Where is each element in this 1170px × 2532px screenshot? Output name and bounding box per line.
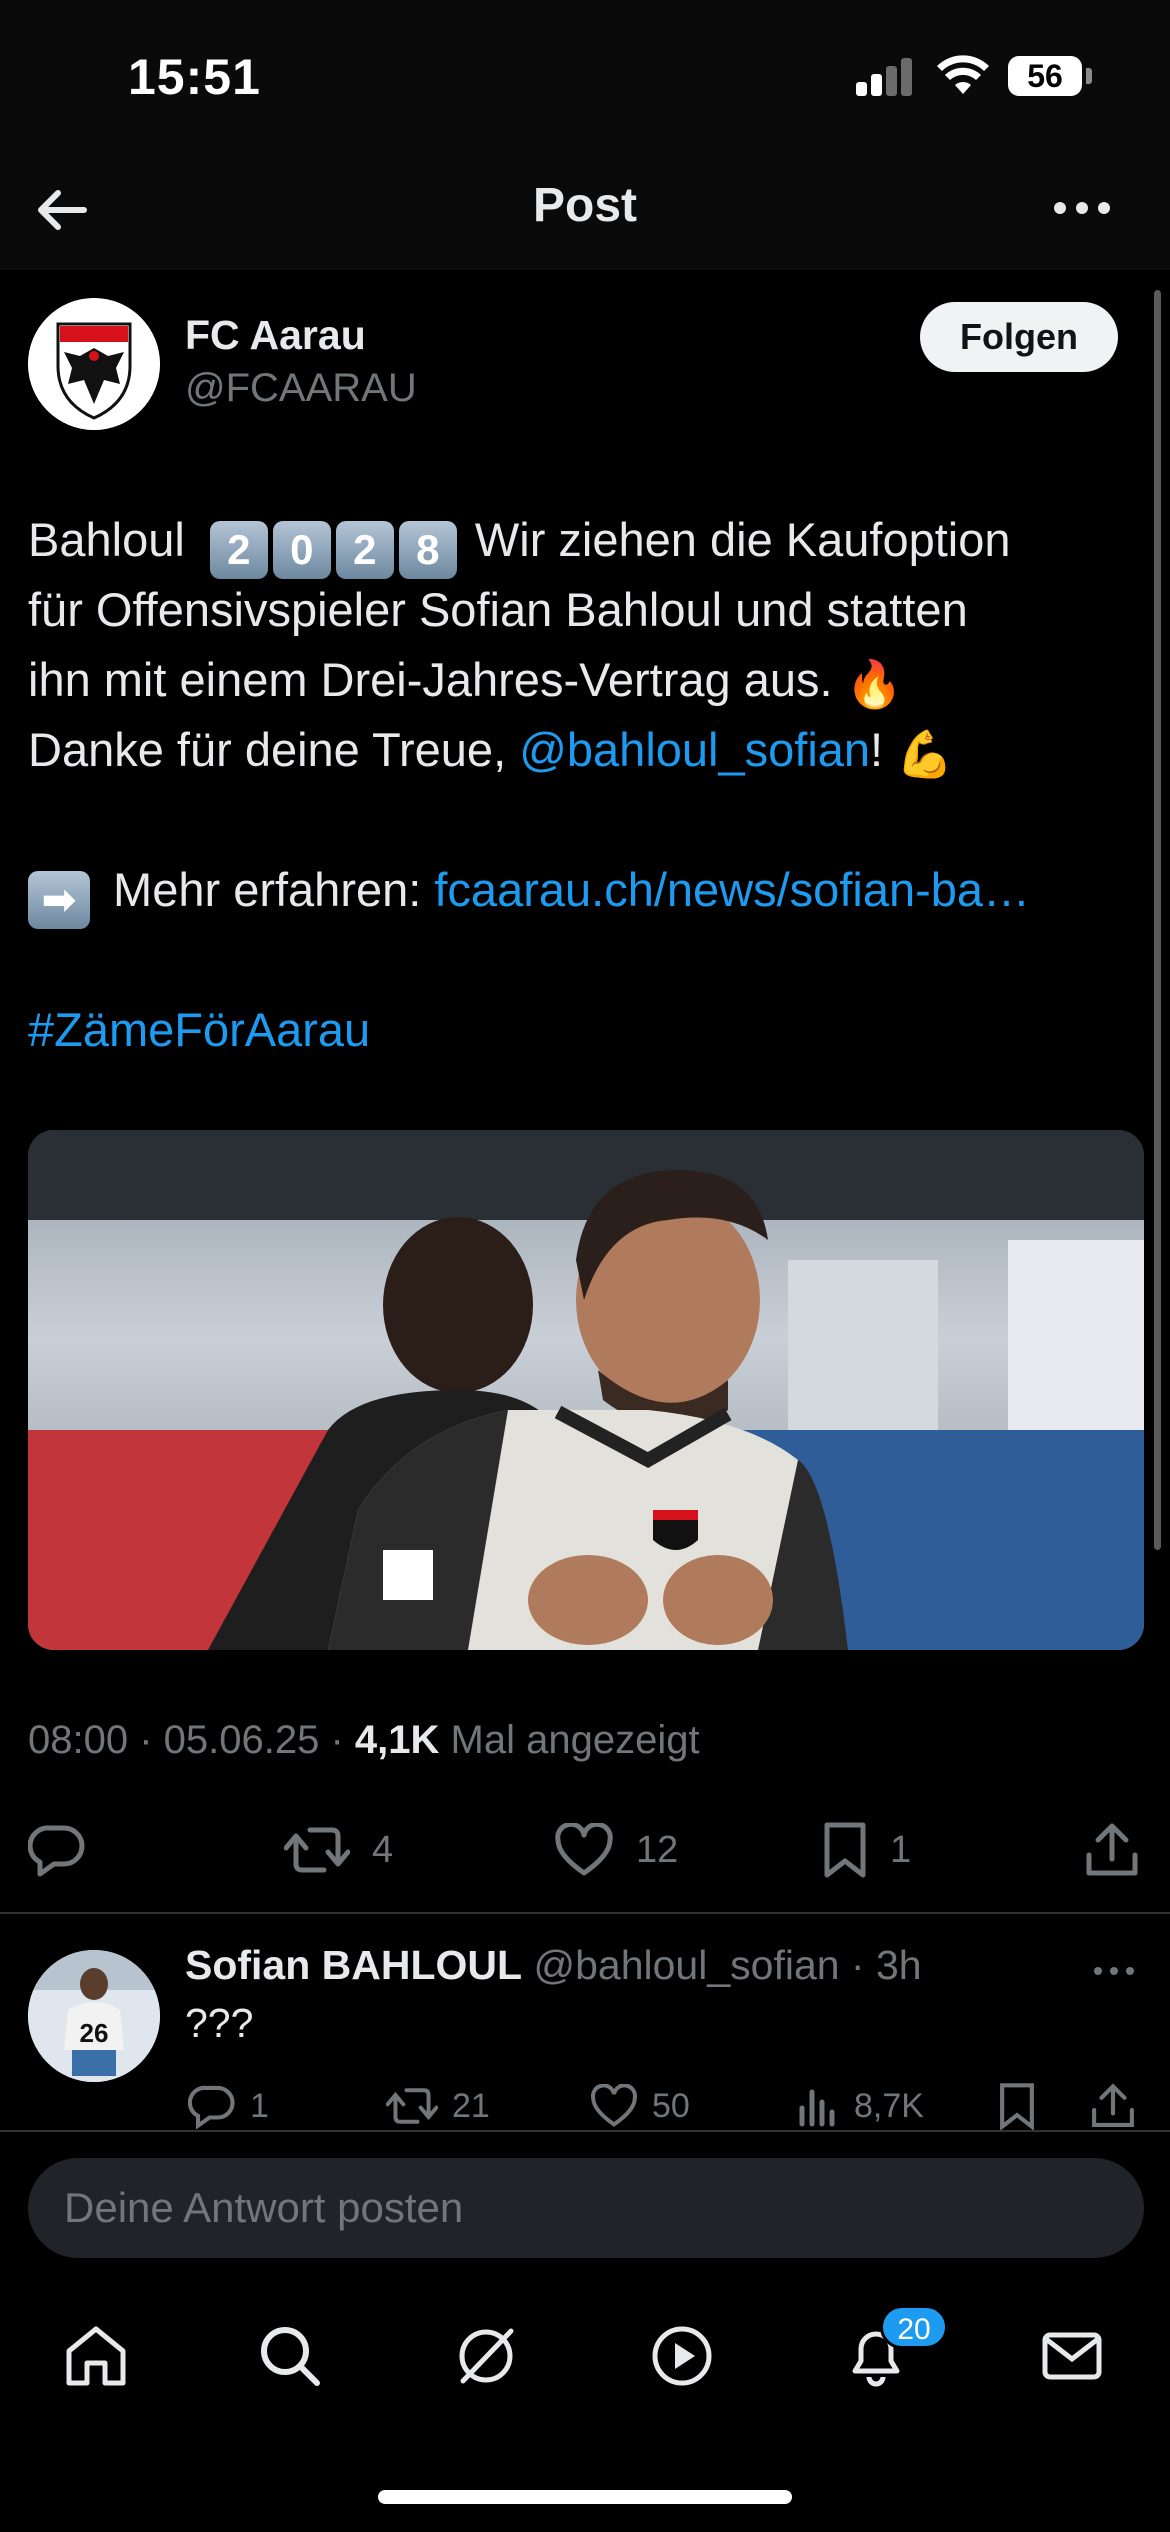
post-image[interactable]: [28, 1130, 1144, 1650]
tab-video[interactable]: [644, 2318, 720, 2394]
share-button[interactable]: [1084, 1820, 1162, 1880]
repost-icon: [386, 2088, 438, 2124]
bookmark-button[interactable]: 1: [822, 1820, 911, 1880]
like-button[interactable]: 12: [554, 1820, 678, 1880]
more-options-icon[interactable]: [1052, 198, 1112, 218]
reply-icon: [188, 2085, 235, 2129]
bookmark-icon: [1000, 2083, 1034, 2130]
reply-bookmark-button[interactable]: [998, 2078, 1050, 2134]
keycap-digit: 2: [335, 521, 394, 579]
tab-grok[interactable]: [448, 2318, 524, 2394]
reply-handle-time[interactable]: @bahloul_sofian · 3h: [522, 1942, 921, 1988]
repost-button[interactable]: 4: [284, 1820, 393, 1880]
home-icon: [66, 2326, 126, 2386]
keycap-digit: 0: [272, 521, 331, 579]
divider: [0, 1912, 1170, 1914]
reply-views-button[interactable]: 8,7K: [796, 2078, 924, 2134]
author-handle[interactable]: @FCAARAU: [185, 366, 417, 411]
battery-level: 56: [1027, 58, 1063, 94]
flexed-biceps-emoji-icon: 💪: [896, 728, 954, 780]
reply-avatar[interactable]: 26: [28, 1950, 160, 2082]
bookmark-icon: [824, 1822, 866, 1878]
status-bar: 15:51 56: [0, 0, 1170, 150]
mail-icon: [1042, 2332, 1102, 2380]
reply-input[interactable]: [28, 2158, 1144, 2258]
reply-share-button[interactable]: [1090, 2078, 1150, 2134]
status-time: 15:51: [128, 49, 261, 105]
author-avatar[interactable]: [28, 298, 160, 430]
article-link[interactable]: fcaarau.ch/news/sofian-ba…: [434, 863, 1030, 916]
reply-view-count: 8,7K: [854, 2086, 924, 2125]
post-text-segment: ihn mit einem Drei-Jahres-Vertrag aus.: [28, 653, 846, 706]
mention-link[interactable]: @bahloul_sofian: [519, 723, 870, 776]
post-timestamp: 08:00 · 05.06.25 ·: [28, 1718, 355, 1762]
post-actions: 4 12 1: [0, 1810, 1170, 1890]
bookmark-count: 1: [890, 1828, 912, 1871]
follow-button[interactable]: Folgen: [920, 302, 1118, 372]
player-photo: [28, 1130, 1144, 1650]
fire-emoji-icon: 🔥: [845, 658, 903, 710]
view-label: Mal angezeigt: [439, 1718, 700, 1762]
page-title: Post: [532, 179, 637, 232]
reply-repost-button[interactable]: 21: [386, 2078, 490, 2134]
heart-icon: [555, 1823, 613, 1876]
tab-home[interactable]: [58, 2318, 134, 2394]
play-icon: [652, 2326, 712, 2386]
post-text-segment: Wir ziehen die Kaufoption: [461, 513, 1011, 566]
reply-header: Sofian BAHLOUL @bahloul_sofian · 3h: [185, 1942, 922, 1989]
post-text-segment: Danke für deine Treue,: [28, 723, 520, 776]
hashtag-link[interactable]: #ZämeFörAarau: [28, 1003, 370, 1056]
author-name[interactable]: FC Aarau: [185, 312, 366, 359]
share-icon: [1086, 1823, 1138, 1876]
heart-icon: [591, 2084, 637, 2127]
keycap-digit: 8: [398, 521, 457, 579]
grok-icon: [459, 2328, 514, 2384]
share-icon: [1092, 2083, 1134, 2127]
views-icon: [799, 2089, 835, 2127]
search-icon: [261, 2327, 320, 2386]
top-nav: Post: [0, 150, 1170, 270]
reply-like-button[interactable]: 50: [590, 2078, 690, 2134]
reply-avatar-photo: 26: [28, 1950, 160, 2082]
tab-search[interactable]: [252, 2318, 328, 2394]
post-text-segment: Mehr erfahren:: [100, 863, 435, 916]
keycap-digit: 2: [209, 521, 268, 579]
post-body: Bahloul 2028 Wir ziehen die Kaufoption f…: [28, 505, 1148, 1065]
post-text-segment: Bahloul: [28, 513, 185, 566]
post-meta: 08:00 · 05.06.25 · 4,1K Mal angezeigt: [28, 1718, 700, 1763]
home-indicator[interactable]: [378, 2490, 792, 2504]
view-count[interactable]: 4,1K: [355, 1718, 440, 1762]
reply-author-name[interactable]: Sofian BAHLOUL: [185, 1942, 522, 1988]
reply-text: ???: [185, 2000, 254, 2046]
reply-actions: 1 21 50 8,7K: [0, 2078, 1170, 2138]
svg-text:26: 26: [80, 2018, 109, 2048]
battery-icon: 56: [1008, 56, 1082, 96]
fc-aarau-logo: [28, 298, 160, 430]
signal-icon: [856, 58, 914, 96]
reply-reply-count: 1: [250, 2086, 269, 2125]
reply-repost-count: 21: [452, 2086, 490, 2125]
repost-icon: [284, 1827, 350, 1873]
like-count: 12: [636, 1828, 679, 1871]
reply-like-count: 50: [652, 2086, 690, 2125]
wifi-icon: [937, 55, 989, 94]
reply-button[interactable]: [28, 1820, 108, 1880]
bottom-tab-bar: [0, 2290, 1170, 2430]
post-text-line: für Offensivspieler Sofian Bahloul und s…: [28, 583, 968, 636]
scrollbar[interactable]: [1154, 290, 1161, 1550]
tab-messages[interactable]: [1034, 2318, 1110, 2394]
notification-badge[interactable]: 20: [880, 2305, 948, 2349]
divider: [0, 2130, 1170, 2132]
battery-tip: [1086, 68, 1092, 84]
reply-reply-button[interactable]: 1: [188, 2078, 269, 2134]
reply-icon: [28, 1825, 85, 1877]
right-arrow-emoji-icon: ➡: [28, 871, 90, 929]
repost-count: 4: [372, 1828, 394, 1871]
post-text-segment: !: [870, 723, 897, 776]
reply-more-icon[interactable]: [1092, 1964, 1136, 1978]
